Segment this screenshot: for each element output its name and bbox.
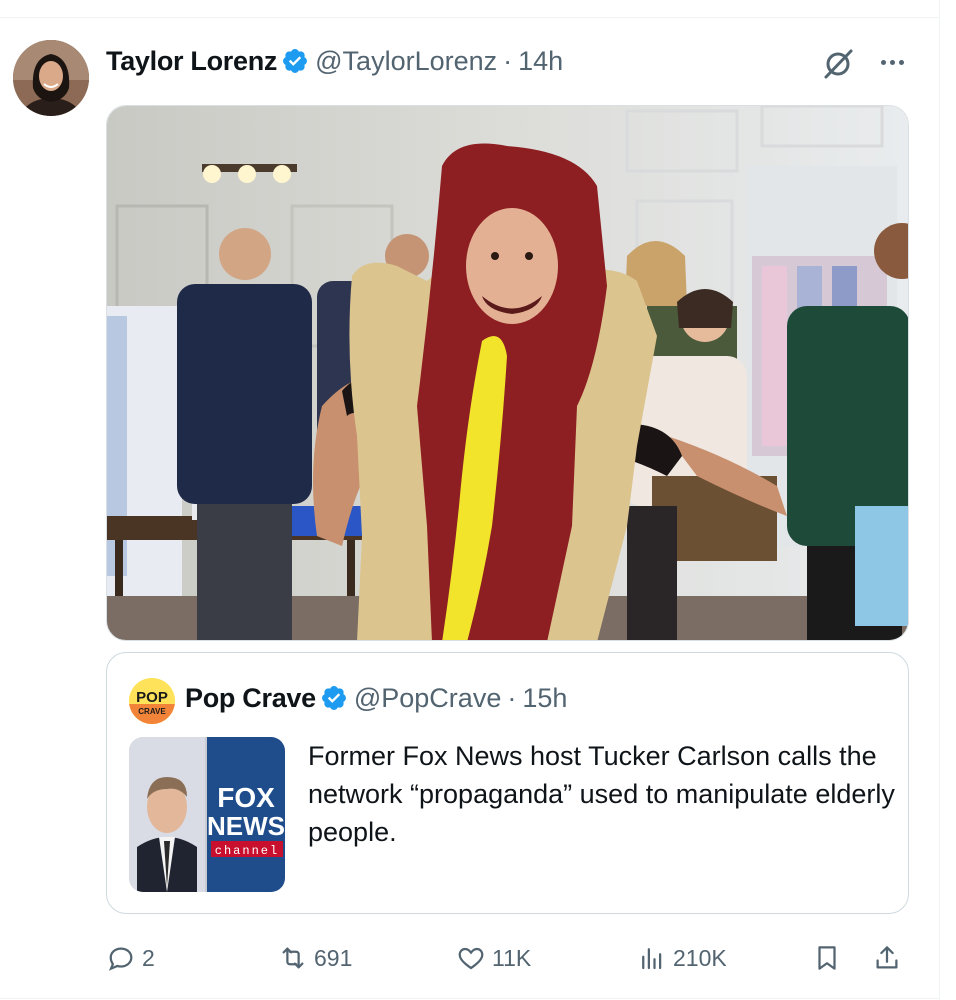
bookmark-icon xyxy=(818,946,836,970)
retweet-icon xyxy=(282,947,304,969)
quoted-author-handle[interactable]: @PopCrave xyxy=(354,683,501,714)
like-button[interactable]: 11K xyxy=(456,935,531,981)
views-button[interactable]: 210K xyxy=(637,935,727,981)
fox-news-logo-line2: NEWS xyxy=(207,811,285,841)
bookmark-button[interactable] xyxy=(812,935,848,981)
tweet-header: Taylor Lorenz @TaylorLorenz · 14h xyxy=(106,42,563,80)
share-button[interactable] xyxy=(872,935,908,981)
reply-count: 2 xyxy=(142,944,155,971)
views-icon xyxy=(642,948,662,970)
verified-badge-icon xyxy=(320,684,348,712)
separator-dot: · xyxy=(503,45,513,76)
quoted-avatar-logo-bottom: CRAVE xyxy=(138,707,166,716)
tweet-media-image[interactable] xyxy=(106,105,909,641)
retweet-count: 691 xyxy=(314,944,353,971)
right-divider xyxy=(939,0,940,1000)
reply-button[interactable]: 2 xyxy=(106,935,155,981)
quoted-avatar-logo-top: POP xyxy=(136,689,168,706)
quoted-tweet-timestamp[interactable]: 15h xyxy=(522,683,567,714)
quoted-tweet-card[interactable]: POP CRAVE Pop Crave @PopCrave · 15h FOX … xyxy=(106,652,909,914)
top-divider xyxy=(0,17,940,18)
tweet-timestamp[interactable]: 14h xyxy=(518,46,563,77)
author-handle[interactable]: @TaylorLorenz xyxy=(315,46,497,77)
grok-icon[interactable] xyxy=(818,44,858,84)
like-count: 11K xyxy=(492,944,532,971)
fox-news-logo-line3: channel xyxy=(215,844,279,858)
verified-badge-icon xyxy=(281,47,309,75)
author-avatar[interactable] xyxy=(13,40,89,116)
tweet-action-bar: 2 691 11K 210K xyxy=(106,935,909,981)
author-name[interactable]: Taylor Lorenz xyxy=(106,46,277,77)
reply-icon xyxy=(108,947,133,971)
views-count: 210K xyxy=(673,944,727,971)
heart-icon xyxy=(458,947,484,970)
retweet-button[interactable]: 691 xyxy=(278,935,352,981)
quoted-tweet-text: Former Fox News host Tucker Carlson call… xyxy=(308,741,895,847)
quoted-tweet-header: Pop Crave @PopCrave · 15h xyxy=(185,677,567,719)
quoted-author-avatar[interactable]: POP CRAVE xyxy=(129,678,175,724)
fox-news-logo-line1: FOX xyxy=(217,782,275,813)
bottom-divider xyxy=(0,998,940,999)
share-icon xyxy=(876,946,898,969)
quoted-author-name[interactable]: Pop Crave xyxy=(185,683,316,714)
more-icon[interactable] xyxy=(874,46,910,78)
separator-dot: · xyxy=(507,682,517,713)
quoted-tweet-thumbnail[interactable]: FOX NEWS channel xyxy=(129,737,285,892)
